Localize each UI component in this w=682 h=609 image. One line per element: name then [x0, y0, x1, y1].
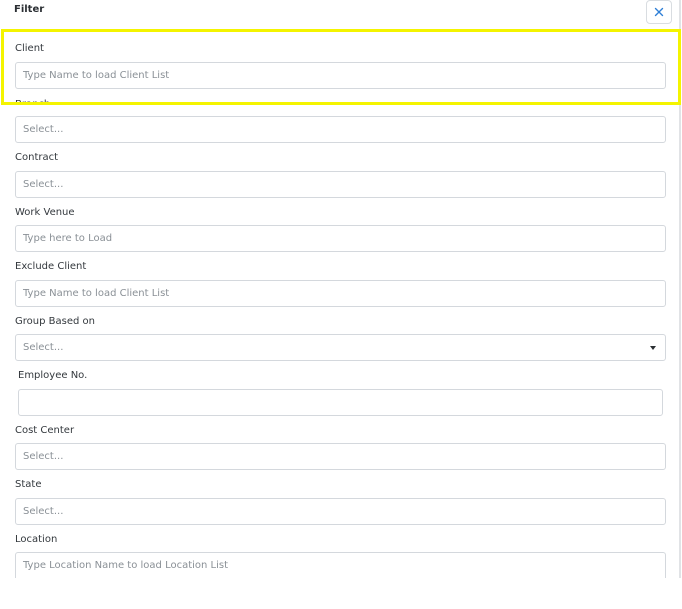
page-title: Filter	[14, 4, 45, 15]
panel-border	[679, 0, 681, 578]
group-based-on-label: Group Based on	[15, 316, 95, 327]
close-icon	[654, 7, 664, 17]
employee-no-input[interactable]	[18, 389, 663, 416]
cost-center-select[interactable]: Select...	[15, 443, 666, 470]
location-label: Location	[15, 534, 58, 545]
group-based-on-value: Select...	[23, 342, 64, 353]
chevron-down-icon[interactable]	[650, 346, 656, 350]
client-label: Client	[15, 43, 44, 54]
filter-panel: Filter Client Type Name to load Client L…	[0, 0, 682, 609]
exclude-client-label: Exclude Client	[15, 261, 87, 272]
contract-select[interactable]: Select...	[15, 171, 666, 198]
close-button[interactable]	[646, 0, 672, 24]
location-input[interactable]: Type Location Name to load Location List	[15, 552, 666, 578]
employee-no-label: Employee No.	[18, 370, 88, 381]
work-venue-input[interactable]: Type here to Load	[15, 225, 666, 252]
exclude-client-input[interactable]: Type Name to load Client List	[15, 280, 666, 307]
branch-select[interactable]: Select...	[15, 116, 666, 143]
state-select[interactable]: Select...	[15, 498, 666, 525]
contract-label: Contract	[15, 152, 59, 163]
cost-center-label: Cost Center	[15, 425, 75, 436]
state-label: State	[15, 479, 42, 490]
work-venue-label: Work Venue	[15, 207, 75, 218]
group-based-on-select[interactable]: Select...	[15, 334, 666, 361]
client-input[interactable]: Type Name to load Client List	[15, 62, 666, 89]
branch-label: Branch	[15, 99, 51, 105]
